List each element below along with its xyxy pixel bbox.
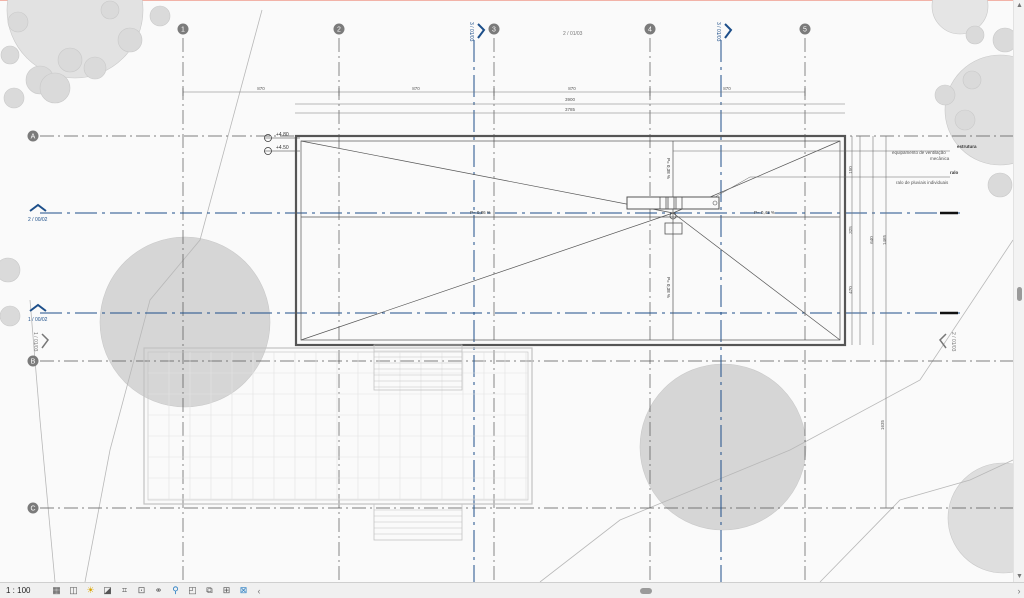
shadows-icon[interactable]: ◪ [101, 585, 114, 596]
section-head-top-mid[interactable]: 2 / 01/03 [563, 31, 583, 37]
svg-text:C: C [30, 506, 35, 513]
grid-head-3[interactable]: 3 [488, 23, 500, 35]
section-head-left-a[interactable]: 2 / 00/02 [28, 203, 48, 223]
visual-style-icon[interactable]: ◫ [67, 585, 80, 596]
scroll-right-arrow-icon[interactable]: › [1014, 586, 1024, 596]
design-options-icon[interactable]: ⊞ [220, 585, 233, 596]
unlock-3d-icon[interactable]: ⚭ [152, 585, 165, 596]
section-head-top-3[interactable]: 3 / 01/03 [468, 22, 486, 42]
horizontal-scrollbar[interactable] [268, 586, 1010, 596]
svg-text:+4.50: +4.50 [276, 145, 289, 151]
svg-text:1635: 1635 [880, 419, 885, 430]
svg-text:P= 0,86 %: P= 0,86 % [470, 210, 491, 215]
section-head-right[interactable]: 2 / 01/03 [939, 332, 956, 352]
svg-text:+4.80: +4.80 [276, 132, 289, 138]
svg-text:2 / 01/03: 2 / 01/03 [950, 332, 956, 352]
grid-head-4[interactable]: 4 [644, 23, 656, 35]
crop-view-icon[interactable]: ⌗ [118, 585, 131, 596]
svg-text:1 / 00/02: 1 / 00/02 [28, 317, 48, 323]
view-scale[interactable]: 1 : 100 [0, 586, 50, 595]
svg-text:3 / 01/03: 3 / 01/03 [715, 22, 721, 42]
elevation-markers: +4.80 +4.50 [264, 132, 300, 155]
svg-text:ralo de pluviais individuais: ralo de pluviais individuais [896, 180, 949, 185]
svg-text:150: 150 [848, 166, 853, 174]
svg-text:3785: 3785 [565, 107, 576, 112]
svg-text:P= 0,38 %: P= 0,38 % [666, 277, 671, 298]
grid-head-C[interactable]: C [27, 502, 39, 514]
show-crop-icon[interactable]: ⊡ [135, 585, 148, 596]
svg-text:2: 2 [337, 27, 341, 34]
scroll-left-arrow-icon[interactable]: ‹ [254, 586, 264, 596]
sun-path-icon[interactable]: ☀ [84, 585, 97, 596]
svg-text:4: 4 [648, 27, 652, 34]
grid-head-1[interactable]: 1 [177, 23, 189, 35]
svg-text:870: 870 [723, 86, 731, 91]
svg-text:3900: 3900 [565, 97, 576, 102]
section-head-top-4[interactable]: 3 / 01/03 [715, 22, 733, 42]
annotations: estrutura equipamento de ventilação mecâ… [673, 144, 977, 198]
elevation-marker-2[interactable]: +4.50 [264, 145, 300, 155]
svg-text:870: 870 [257, 86, 265, 91]
svg-text:estrutura: estrutura [957, 144, 977, 149]
svg-text:5: 5 [803, 27, 807, 34]
worksharing-icon[interactable]: ⧉ [203, 585, 216, 596]
svg-text:3: 3 [492, 27, 496, 34]
svg-text:870: 870 [568, 86, 576, 91]
svg-text:2 / 00/02: 2 / 00/02 [28, 217, 48, 223]
svg-text:870: 870 [412, 86, 420, 91]
vertical-scroll-thumb[interactable] [1017, 287, 1022, 301]
scroll-up-arrow-icon[interactable]: ▲ [1014, 2, 1024, 9]
view-control-bar: 1 : 100 ▦ ◫ ☀ ◪ ⌗ ⊡ ⚭ ⚲ ◰ ⧉ ⊞ ⊠ ‹ › [0, 582, 1024, 598]
svg-text:2 / 01/03: 2 / 01/03 [563, 31, 583, 37]
svg-text:1: 1 [181, 27, 185, 34]
highlight-icon[interactable]: ⊠ [237, 585, 250, 596]
svg-text:1 / 01/03: 1 / 01/03 [32, 332, 38, 352]
section-head-left-mid[interactable]: 1 / 01/03 [32, 332, 49, 352]
drawing-canvas[interactable]: 1 2 3 4 5 A B C 3 / 01/03 3 / 01/03 2 / … [0, 0, 1024, 582]
ventilation-equipment [626, 196, 720, 210]
grid-head-2[interactable]: 2 [333, 23, 345, 35]
roof-plan[interactable] [294, 134, 847, 347]
svg-text:equipamento de ventilação: equipamento de ventilação [892, 150, 946, 155]
scroll-down-arrow-icon[interactable]: ▼ [1014, 573, 1024, 580]
svg-text:P= 0,38 %: P= 0,38 % [666, 158, 671, 179]
temporary-hide-icon[interactable]: ⚲ [169, 585, 182, 596]
top-border [0, 0, 1024, 1]
detail-level-icon[interactable]: ▦ [50, 585, 63, 596]
grid-head-A[interactable]: A [27, 130, 39, 142]
grid-head-B[interactable]: B [27, 355, 39, 367]
reveal-hidden-icon[interactable]: ◰ [186, 585, 199, 596]
svg-text:3 / 01/03: 3 / 01/03 [468, 22, 474, 42]
svg-text:B: B [31, 359, 36, 366]
grid-head-5[interactable]: 5 [799, 23, 811, 35]
svg-text:470: 470 [848, 286, 853, 294]
slope-labels: P= 0,86 % P= 0,43 % P= 0,38 % P= 0,38 % [470, 158, 775, 298]
svg-text:1465: 1465 [882, 234, 887, 245]
svg-text:ralo: ralo [950, 170, 959, 175]
elevation-marker-1[interactable]: +4.80 [264, 132, 300, 142]
svg-text:A: A [31, 134, 36, 141]
svg-text:mecânica: mecânica [930, 156, 950, 161]
svg-text:P= 0,43 %: P= 0,43 % [754, 210, 775, 215]
horizontal-scroll-thumb[interactable] [640, 587, 652, 594]
trees [0, 0, 1024, 574]
svg-text:640: 640 [869, 236, 874, 244]
svg-text:325: 325 [848, 226, 853, 234]
vertical-scrollbar[interactable]: ▲ ▼ [1013, 0, 1024, 582]
